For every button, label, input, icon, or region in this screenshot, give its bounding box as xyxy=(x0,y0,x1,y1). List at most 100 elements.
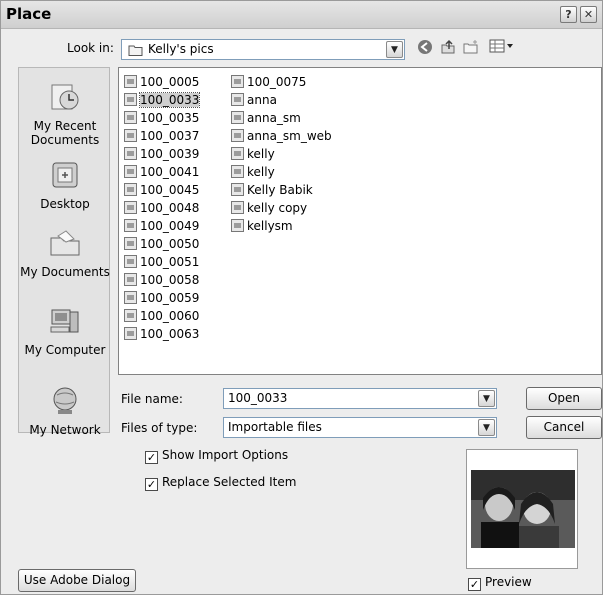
place-label: My Network xyxy=(29,423,101,437)
preview-checkbox[interactable]: ✓ Preview xyxy=(468,575,532,591)
replace-selected-item-checkbox[interactable]: ✓ Replace Selected Item xyxy=(145,475,296,491)
close-button[interactable]: ✕ xyxy=(580,6,597,23)
vector-file-icon xyxy=(231,111,244,124)
list-item[interactable]: anna_sm xyxy=(231,110,301,127)
my-documents-icon xyxy=(19,228,111,261)
image-file-icon xyxy=(124,327,137,340)
look-in-dropdown[interactable]: Kelly's pics ▼ xyxy=(121,39,405,60)
place-label: My Computer xyxy=(24,343,106,357)
list-item[interactable]: 100_0075 xyxy=(231,74,306,91)
file-name-value: 100_0033 xyxy=(228,391,288,405)
list-item[interactable]: Kelly Babik xyxy=(231,182,313,199)
look-in-label: Look in: xyxy=(67,41,114,55)
place-recent-documents[interactable]: My Recent Documents xyxy=(19,82,111,147)
my-computer-icon xyxy=(19,306,111,339)
my-network-icon xyxy=(19,386,111,419)
list-item[interactable]: 100_0048 xyxy=(124,200,199,217)
dialog-title: Place xyxy=(6,5,52,23)
chevron-down-icon[interactable]: ▼ xyxy=(478,419,495,436)
place-dialog: Place ? ✕ Look in: Kelly's pics ▼ My Rec… xyxy=(0,0,603,595)
list-item[interactable]: 100_0035 xyxy=(124,110,199,127)
checkmark-icon: ✓ xyxy=(145,451,158,464)
preview-thumbnail xyxy=(467,450,577,568)
checkmark-icon: ✓ xyxy=(145,478,158,491)
desktop-icon xyxy=(19,160,111,193)
chevron-down-icon[interactable]: ▼ xyxy=(478,390,495,407)
view-menu-icon[interactable] xyxy=(487,39,517,57)
image-file-icon xyxy=(124,201,137,214)
image-file-icon xyxy=(124,93,137,106)
image-file-icon xyxy=(124,237,137,250)
list-item[interactable]: kellysm xyxy=(231,218,293,235)
image-file-icon xyxy=(231,75,244,88)
list-item[interactable]: kelly xyxy=(231,164,275,181)
file-name-input[interactable]: 100_0033 ▼ xyxy=(223,388,497,409)
title-bar: Place ? ✕ xyxy=(1,1,602,29)
use-adobe-dialog-button[interactable]: Use Adobe Dialog xyxy=(18,569,136,592)
image-file-icon xyxy=(124,129,137,142)
place-my-documents[interactable]: My Documents xyxy=(19,228,111,279)
list-item[interactable]: 100_0051 xyxy=(124,254,199,271)
replace-selected-item-label: Replace Selected Item xyxy=(162,475,297,489)
list-item-selected[interactable]: 100_0033 xyxy=(124,92,201,109)
image-file-icon xyxy=(124,183,137,196)
list-item[interactable]: 100_0060 xyxy=(124,308,199,325)
list-item[interactable]: 100_0059 xyxy=(124,290,199,307)
recent-documents-icon xyxy=(19,82,111,115)
place-label: My Documents xyxy=(20,265,110,279)
image-file-icon xyxy=(124,255,137,268)
list-item[interactable]: 100_0050 xyxy=(124,236,199,253)
image-file-icon xyxy=(231,201,244,214)
image-file-icon xyxy=(124,273,137,286)
show-import-options-label: Show Import Options xyxy=(162,448,289,462)
list-item[interactable]: kelly copy xyxy=(231,200,307,217)
open-button[interactable]: Open xyxy=(526,387,602,410)
list-item[interactable]: anna xyxy=(231,92,277,109)
image-file-icon xyxy=(124,111,137,124)
up-folder-icon[interactable] xyxy=(438,39,458,57)
list-item[interactable]: anna_sm_web xyxy=(231,128,332,145)
files-of-type-dropdown[interactable]: Importable files ▼ xyxy=(223,417,497,438)
show-import-options-checkbox[interactable]: ✓ Show Import Options xyxy=(145,448,288,464)
list-item[interactable]: 100_0049 xyxy=(124,218,199,235)
cancel-button[interactable]: Cancel xyxy=(526,416,602,439)
new-folder-icon[interactable] xyxy=(461,39,481,57)
list-item[interactable]: 100_0041 xyxy=(124,164,199,181)
list-item[interactable]: 100_0045 xyxy=(124,182,199,199)
list-item[interactable]: 100_0039 xyxy=(124,146,199,163)
image-file-icon xyxy=(231,165,244,178)
chevron-down-icon[interactable]: ▼ xyxy=(386,41,403,58)
vector-file-icon xyxy=(231,93,244,106)
image-file-icon xyxy=(124,309,137,322)
list-item[interactable]: 100_0058 xyxy=(124,272,199,289)
preview-pane xyxy=(466,449,578,569)
help-button[interactable]: ? xyxy=(560,6,577,23)
folder-icon xyxy=(128,44,144,59)
image-file-icon xyxy=(124,291,137,304)
look-in-value: Kelly's pics xyxy=(148,42,214,56)
image-file-icon xyxy=(124,165,137,178)
places-bar: My Recent Documents Desktop My Documents… xyxy=(18,67,111,437)
vector-file-icon xyxy=(231,147,244,160)
files-of-type-value: Importable files xyxy=(228,420,322,434)
image-file-icon xyxy=(124,75,137,88)
list-item[interactable]: 100_0063 xyxy=(124,326,199,343)
files-of-type-label: Files of type: xyxy=(121,421,198,435)
file-name-label: File name: xyxy=(121,392,183,406)
place-label: Desktop xyxy=(40,197,90,211)
image-file-icon xyxy=(231,219,244,232)
image-file-icon xyxy=(231,129,244,142)
list-item[interactable]: kelly xyxy=(231,146,275,163)
place-my-network[interactable]: My Network xyxy=(19,386,111,437)
place-label: My Recent Documents xyxy=(30,119,100,147)
place-desktop[interactable]: Desktop xyxy=(19,160,111,211)
place-my-computer[interactable]: My Computer xyxy=(19,306,111,357)
list-item[interactable]: 100_0037 xyxy=(124,128,199,145)
back-arrow-icon[interactable] xyxy=(415,39,435,57)
list-item[interactable]: 100_0005 xyxy=(124,74,199,91)
word-document-icon xyxy=(231,183,244,196)
file-list[interactable]: 100_0005 100_0033 100_0035 100_0037 100_… xyxy=(118,67,602,375)
checkmark-icon: ✓ xyxy=(468,578,481,591)
image-file-icon xyxy=(124,147,137,160)
image-file-icon xyxy=(124,219,137,232)
